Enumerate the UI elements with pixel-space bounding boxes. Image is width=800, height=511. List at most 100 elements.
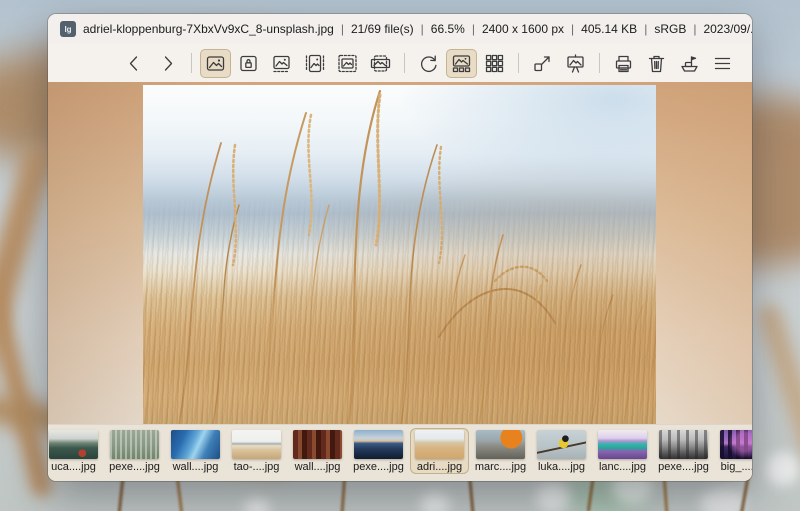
- titlebar-date: 2023/09/...: [703, 22, 752, 36]
- trash-icon: [646, 53, 667, 74]
- scale-to-fill-button[interactable]: [365, 49, 396, 78]
- bokeh: [420, 492, 450, 511]
- thumbnail-image: [659, 430, 708, 459]
- titlebar-separator: |: [421, 22, 424, 36]
- wallpaper-stalk: [0, 271, 54, 499]
- gallery-item[interactable]: marc....jpg: [471, 428, 530, 474]
- viewer-canvas[interactable]: [48, 82, 752, 424]
- thumbnail-image: [598, 430, 647, 459]
- gallery-item[interactable]: big_....jpg: [715, 428, 752, 474]
- titlebar-separator: |: [693, 22, 696, 36]
- titlebar-separator: |: [644, 22, 647, 36]
- slideshow-button[interactable]: [560, 49, 591, 78]
- desktop: Ig adriel-kloppenburg-7XbxVv9xC_8-unspla…: [0, 0, 800, 511]
- slideshow-icon: [565, 53, 586, 74]
- thumbnail-label: pexe....jpg: [351, 461, 406, 473]
- scale-to-fit-button[interactable]: [332, 49, 363, 78]
- bokeh: [700, 488, 746, 511]
- gallery-toggle-button[interactable]: [446, 49, 477, 78]
- scale-height-icon: [304, 53, 325, 74]
- gallery-item[interactable]: pexe....jpg: [654, 428, 713, 474]
- main-menu-button[interactable]: [707, 49, 738, 78]
- thumbnail-image: [171, 430, 220, 459]
- photo-icon: [205, 53, 226, 74]
- thumbnail-label: wall....jpg: [290, 461, 345, 473]
- thumbnail-image: [354, 430, 403, 459]
- chevron-right-icon: [157, 53, 178, 74]
- refresh-icon: [418, 53, 439, 74]
- refresh-button[interactable]: [413, 49, 444, 78]
- wheat-texture: [143, 85, 656, 424]
- thumbnail-image: [49, 430, 98, 459]
- scale-width-icon: [271, 53, 292, 74]
- gallery-item[interactable]: lanc....jpg: [593, 428, 652, 474]
- titlebar-separator: |: [341, 22, 344, 36]
- thumbnail-image: [537, 430, 586, 459]
- bokeh: [766, 452, 800, 486]
- titlebar-separator: |: [472, 22, 475, 36]
- lock-icon: [238, 53, 259, 74]
- toolbar-separator: [599, 53, 600, 73]
- thumbnail-label: marc....jpg: [473, 461, 528, 473]
- main-image[interactable]: [143, 85, 656, 424]
- toolbar-separator: [404, 53, 405, 73]
- toolbar-separator: [518, 53, 519, 73]
- thumbnail-label: big_....jpg: [717, 461, 752, 473]
- hamburger-menu-icon: [712, 53, 733, 74]
- thumbnail-image: [415, 430, 464, 459]
- app-logo-icon: Ig: [60, 21, 76, 37]
- titlebar-filesize: 405.14 KB: [581, 22, 637, 36]
- scale-to-height-button[interactable]: [299, 49, 330, 78]
- print-button[interactable]: [608, 49, 639, 78]
- gallery-item[interactable]: wall....jpg: [288, 428, 347, 474]
- thumbnail-gallery: uca....jpg pexe....jpg wall....jpg tao-.…: [48, 424, 752, 481]
- scale-fill-icon: [370, 53, 391, 74]
- thumbnail-label: lanc....jpg: [595, 461, 650, 473]
- thumbnail-label: tao-....jpg: [229, 461, 284, 473]
- titlebar-dimensions: 2400 x 1600 px: [482, 22, 564, 36]
- thumbnail-image: [293, 430, 342, 459]
- titlebar-separator: |: [571, 22, 574, 36]
- imageglass-window: Ig adriel-kloppenburg-7XbxVv9xC_8-unspla…: [48, 14, 752, 481]
- edit-tools-button[interactable]: [674, 49, 705, 78]
- boat-icon: [679, 53, 700, 74]
- thumbnail-image: [476, 430, 525, 459]
- thumbnail-image: [720, 430, 752, 459]
- fullscreen-button[interactable]: [527, 49, 558, 78]
- thumbnail-label: uca....jpg: [48, 461, 101, 473]
- toolbar-separator: [191, 53, 192, 73]
- gallery-icon: [451, 53, 472, 74]
- thumbnail-label: luka....jpg: [534, 461, 589, 473]
- fullscreen-icon: [532, 53, 553, 74]
- lock-zoom-button[interactable]: [233, 49, 264, 78]
- gallery-item[interactable]: pexe....jpg: [349, 428, 408, 474]
- thumbnail-image: [110, 430, 159, 459]
- titlebar-zoom-level: 66.5%: [431, 22, 465, 36]
- gallery-item[interactable]: wall....jpg: [166, 428, 225, 474]
- chevron-left-icon: [124, 53, 145, 74]
- scale-to-width-button[interactable]: [266, 49, 297, 78]
- titlebar-filename: adriel-kloppenburg-7XbxVv9xC_8-unsplash.…: [83, 22, 334, 36]
- delete-button[interactable]: [641, 49, 672, 78]
- grid-view-button[interactable]: [479, 49, 510, 78]
- thumbnail-label: pexe....jpg: [107, 461, 162, 473]
- toolbar: [48, 44, 752, 82]
- thumbnail-image: [232, 430, 281, 459]
- gallery-item-selected[interactable]: adri....jpg: [410, 428, 469, 474]
- titlebar-colorspace: sRGB: [654, 22, 686, 36]
- thumbnail-label: wall....jpg: [168, 461, 223, 473]
- previous-button[interactable]: [119, 49, 150, 78]
- gallery-item[interactable]: uca....jpg: [48, 428, 103, 474]
- bokeh: [244, 498, 270, 511]
- titlebar[interactable]: Ig adriel-kloppenburg-7XbxVv9xC_8-unspla…: [48, 14, 752, 44]
- gallery-item[interactable]: tao-....jpg: [227, 428, 286, 474]
- thumbnail-label: adri....jpg: [412, 461, 467, 473]
- thumbnail-label: pexe....jpg: [656, 461, 711, 473]
- gallery-item[interactable]: luka....jpg: [532, 428, 591, 474]
- next-button[interactable]: [152, 49, 183, 78]
- grid-icon: [484, 53, 505, 74]
- scale-fit-icon: [337, 53, 358, 74]
- auto-zoom-button[interactable]: [200, 49, 231, 78]
- gallery-item[interactable]: pexe....jpg: [105, 428, 164, 474]
- bokeh: [536, 482, 570, 511]
